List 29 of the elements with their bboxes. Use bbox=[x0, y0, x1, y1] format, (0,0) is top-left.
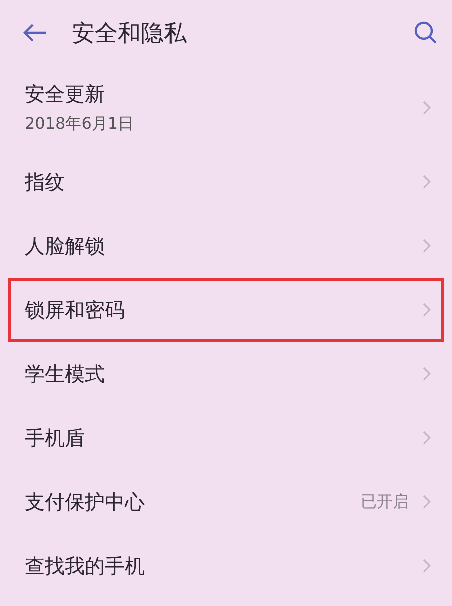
setting-label: 锁屏和密码 bbox=[25, 296, 126, 324]
chevron-icon bbox=[423, 239, 431, 253]
settings-row[interactable]: 锁屏和密码 bbox=[8, 278, 444, 342]
settings-row[interactable]: 指纹 bbox=[8, 150, 444, 214]
settings-row[interactable]: 查找我的手机 bbox=[8, 534, 444, 598]
setting-value: 已开启 bbox=[361, 492, 409, 512]
back-icon[interactable] bbox=[22, 22, 48, 44]
setting-subtitle: 2018年6月1日 bbox=[25, 114, 136, 135]
setting-label: 支付保护中心 bbox=[25, 488, 146, 516]
setting-label: 安全更新 bbox=[25, 81, 106, 108]
settings-row[interactable]: 人脸解锁 bbox=[8, 214, 444, 278]
setting-label: 指纹 bbox=[25, 168, 66, 196]
chevron-icon bbox=[423, 559, 431, 573]
settings-row[interactable]: 学生模式 bbox=[8, 342, 444, 406]
chevron-icon bbox=[423, 367, 431, 381]
settings-row[interactable]: 支付保护中心 已开启 bbox=[8, 470, 444, 534]
chevron-icon bbox=[423, 495, 431, 509]
setting-label: 人脸解锁 bbox=[25, 232, 106, 260]
setting-label: 查找我的手机 bbox=[25, 552, 146, 580]
chevron-icon bbox=[423, 175, 431, 189]
search-icon[interactable] bbox=[414, 21, 438, 45]
setting-label: 手机盾 bbox=[25, 424, 86, 452]
chevron-icon bbox=[423, 303, 431, 317]
page-title: 安全和隐私 bbox=[72, 20, 188, 48]
setting-label: 学生模式 bbox=[25, 360, 106, 388]
chevron-icon bbox=[423, 431, 431, 445]
settings-row[interactable]: 安全更新 2018年6月1日 bbox=[8, 66, 444, 150]
chevron-icon bbox=[423, 101, 431, 115]
settings-row[interactable]: 手机盾 bbox=[8, 406, 444, 470]
